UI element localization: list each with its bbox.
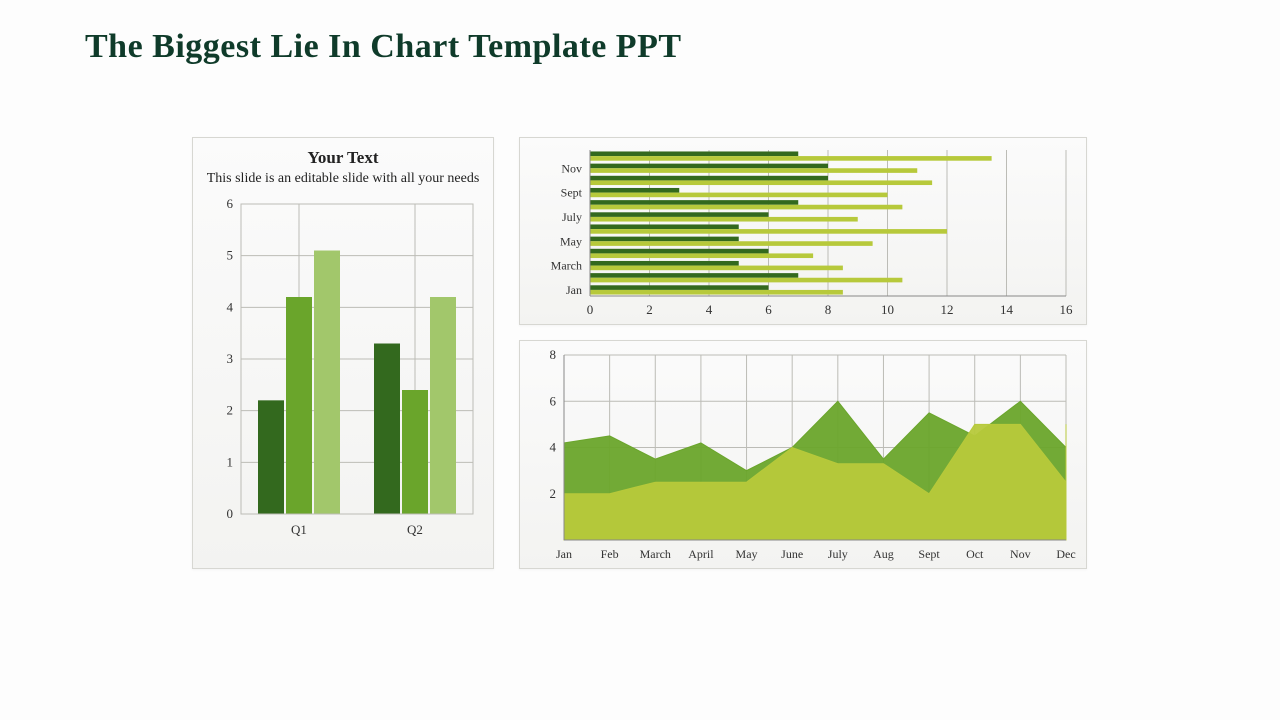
svg-text:April: April <box>688 547 714 561</box>
area-chart: 2 4 6 8 Jan Feb March April May June July Aug Sept Oc… <box>520 341 1086 568</box>
svg-text:March: March <box>640 547 671 561</box>
area-chart-panel: 2 4 6 8 Jan Feb March April May June July Aug Sept Oc… <box>519 340 1087 569</box>
svg-text:4: 4 <box>706 302 713 317</box>
svg-text:6: 6 <box>550 393 557 408</box>
svg-text:2: 2 <box>646 302 653 317</box>
svg-text:4: 4 <box>550 440 557 455</box>
svg-text:8: 8 <box>550 347 557 362</box>
svg-text:10: 10 <box>881 302 894 317</box>
svg-text:12: 12 <box>941 302 954 317</box>
svg-text:2: 2 <box>550 486 557 501</box>
svg-text:14: 14 <box>1000 302 1014 317</box>
svg-text:Aug: Aug <box>873 547 894 561</box>
horizontal-bar-panel: 0 2 4 6 8 10 12 14 16 Nov Sept July May March Jan <box>519 137 1087 325</box>
grouped-bar-chart: 0 1 2 3 4 5 6 Q1 Q2 <box>193 194 493 544</box>
svg-text:5: 5 <box>227 248 234 263</box>
svg-text:2: 2 <box>227 403 234 418</box>
page-title: The Biggest Lie In Chart Template PPT <box>85 28 682 66</box>
horizontal-bar-chart: 0 2 4 6 8 10 12 14 16 Nov Sept July May March Jan <box>520 138 1086 324</box>
svg-text:Sept: Sept <box>918 547 940 561</box>
svg-text:Dec: Dec <box>1056 547 1075 561</box>
svg-text:6: 6 <box>765 302 772 317</box>
svg-text:May: May <box>560 234 582 248</box>
svg-text:July: July <box>562 210 582 224</box>
svg-text:6: 6 <box>227 196 234 211</box>
svg-text:Jan: Jan <box>566 283 582 297</box>
svg-text:Oct: Oct <box>966 547 984 561</box>
svg-text:June: June <box>781 547 803 561</box>
svg-text:Q2: Q2 <box>407 522 423 537</box>
svg-text:July: July <box>828 547 848 561</box>
svg-text:March: March <box>551 259 582 273</box>
svg-text:Jan: Jan <box>556 547 572 561</box>
svg-text:May: May <box>736 547 758 561</box>
grouped-bar-panel: Your Text This slide is an editable slid… <box>192 137 494 569</box>
svg-text:3: 3 <box>227 351 234 366</box>
svg-text:8: 8 <box>825 302 832 317</box>
svg-text:Nov: Nov <box>561 161 582 175</box>
svg-text:Sept: Sept <box>561 186 583 200</box>
svg-text:Nov: Nov <box>1010 547 1031 561</box>
svg-text:16: 16 <box>1060 302 1074 317</box>
svg-text:Feb: Feb <box>601 547 619 561</box>
svg-text:Q1: Q1 <box>291 522 307 537</box>
svg-text:4: 4 <box>227 300 234 315</box>
svg-text:0: 0 <box>587 302 594 317</box>
bar-chart-title: Your Text <box>193 148 493 168</box>
svg-text:1: 1 <box>227 455 234 470</box>
bar-chart-subtitle: This slide is an editable slide with all… <box>193 170 493 188</box>
svg-text:0: 0 <box>227 506 234 521</box>
